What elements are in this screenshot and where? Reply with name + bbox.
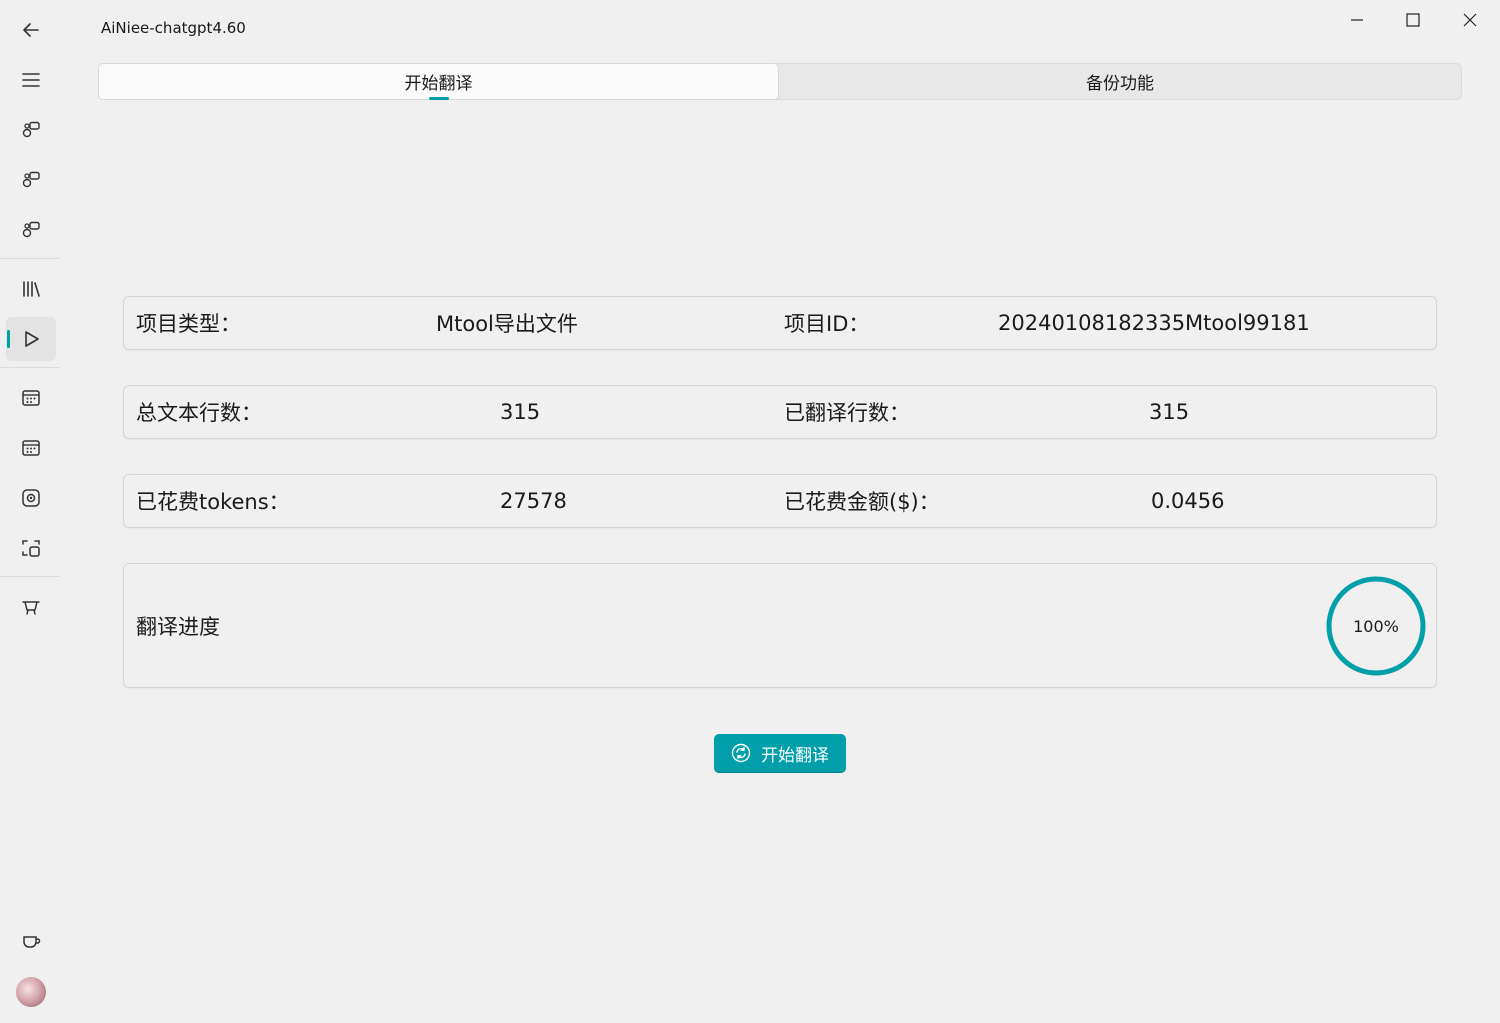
progress-card: 翻译进度 100% xyxy=(123,563,1437,688)
project-type-value: Mtool导出文件 xyxy=(436,312,578,336)
target-icon xyxy=(22,489,40,507)
tab-active-indicator xyxy=(428,97,449,100)
play-icon xyxy=(25,331,39,347)
arrow-left-icon xyxy=(23,23,39,37)
back-button[interactable] xyxy=(6,8,56,52)
scan-icon xyxy=(22,540,40,557)
chat-bubbles-icon xyxy=(22,221,40,238)
translated-lines-value: 315 xyxy=(1149,400,1190,424)
sidebar-divider xyxy=(0,576,60,577)
line-count-card: 总文本行数： 315 已翻译行数： 315 xyxy=(123,385,1437,439)
maximize-button[interactable] xyxy=(1385,0,1441,40)
nav-item-calendar-2[interactable] xyxy=(6,426,56,470)
sidebar-divider xyxy=(0,258,60,259)
tokens-label: 已花费tokens： xyxy=(136,490,290,514)
tab-label: 备份功能 xyxy=(1086,74,1154,94)
chat-bubbles-icon xyxy=(22,171,40,188)
chat-bubbles-icon xyxy=(22,121,40,138)
nav-item-library[interactable] xyxy=(6,267,56,311)
project-info-card: 项目类型： Mtool导出文件 项目ID： 20240108182335Mtoo… xyxy=(123,296,1437,350)
total-lines-value: 315 xyxy=(500,400,541,424)
close-button[interactable] xyxy=(1442,0,1498,40)
cost-card: 已花费tokens： 27578 已花费金额($)： 0.0456 xyxy=(123,474,1437,528)
project-id-label: 项目ID： xyxy=(784,312,870,336)
cost-label: 已花费金额($)： xyxy=(784,490,940,514)
sidebar xyxy=(0,0,62,1023)
close-icon xyxy=(1463,13,1477,27)
calendar-icon xyxy=(22,440,40,456)
sidebar-divider xyxy=(0,367,60,368)
start-translation-label: 开始翻译 xyxy=(761,745,829,766)
progress-percent: 100% xyxy=(1353,616,1399,636)
menu-button[interactable] xyxy=(6,58,56,102)
tab-backup[interactable]: 备份功能 xyxy=(779,64,1461,99)
minimize-icon xyxy=(1351,19,1363,21)
nav-item-start-translation[interactable] xyxy=(6,317,56,361)
nav-item-chat-1[interactable] xyxy=(6,108,56,152)
total-lines-label: 总文本行数： xyxy=(136,401,262,425)
basket-icon xyxy=(22,601,40,615)
nav-item-basket[interactable] xyxy=(6,584,56,628)
minimize-button[interactable] xyxy=(1329,0,1385,40)
tab-start-translation[interactable]: 开始翻译 xyxy=(98,63,779,100)
cost-value: 0.0456 xyxy=(1151,489,1225,513)
nav-item-chat-2[interactable] xyxy=(6,158,56,202)
translated-lines-label: 已翻译行数： xyxy=(784,401,910,425)
nav-item-cup[interactable] xyxy=(6,920,56,964)
project-id-value: 20240108182335Mtool99181 xyxy=(998,311,1310,335)
avatar[interactable] xyxy=(16,977,46,1007)
nav-item-calendar-1[interactable] xyxy=(6,376,56,420)
project-type-label: 项目类型： xyxy=(136,312,241,336)
nav-item-chat-3[interactable] xyxy=(6,208,56,252)
progress-label: 翻译进度 xyxy=(136,614,220,639)
app-title: AiNiee-chatgpt4.60 xyxy=(101,19,246,37)
start-translation-button[interactable]: 开始翻译 xyxy=(714,734,846,773)
cup-icon xyxy=(23,936,41,948)
tab-label: 开始翻译 xyxy=(404,74,473,94)
sync-icon xyxy=(731,743,751,763)
library-icon xyxy=(23,281,40,297)
nav-item-scan[interactable] xyxy=(6,526,56,570)
tokens-value: 27578 xyxy=(500,489,567,513)
maximize-icon xyxy=(1406,13,1420,27)
calendar-icon xyxy=(22,390,40,406)
nav-item-target[interactable] xyxy=(6,476,56,520)
tab-bar: 开始翻译 备份功能 xyxy=(98,63,1462,100)
menu-icon xyxy=(22,73,40,87)
